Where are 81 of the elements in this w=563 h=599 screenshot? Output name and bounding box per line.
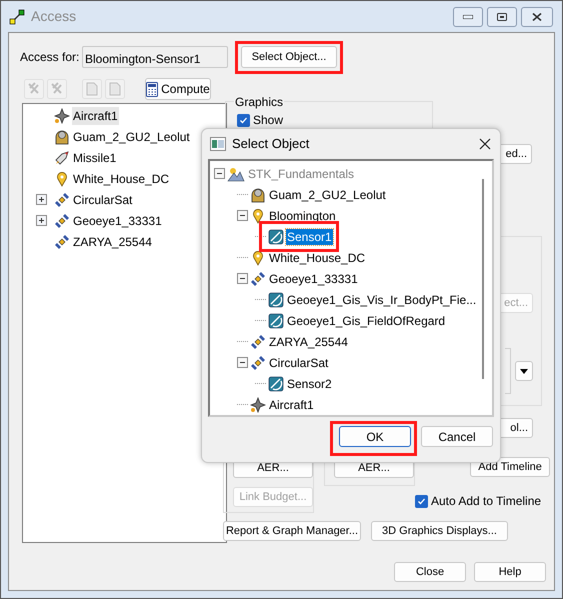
aircraft-icon [250, 396, 266, 412]
dialog-button[interactable]: OK [339, 426, 411, 447]
maximize-icon [497, 12, 507, 20]
collapse-toggle[interactable] [237, 357, 248, 368]
satellite-icon [250, 354, 266, 370]
collapse-toggle[interactable] [214, 168, 225, 179]
list-item[interactable]: Geoeye1_33331 [72, 212, 163, 230]
select-object-button[interactable]: Select Object... [241, 46, 337, 68]
pin-icon [54, 170, 70, 186]
tree-item[interactable]: CircularSat [268, 354, 330, 370]
satellite-icon [54, 234, 70, 250]
landscape-icon [227, 166, 245, 182]
tree-item[interactable]: Guam_2_GU2_Leolut [268, 186, 387, 202]
minimize-button[interactable] [453, 6, 483, 26]
collapse-toggle[interactable] [237, 210, 248, 221]
building-icon [250, 186, 266, 202]
dialog-title: Select Object [232, 135, 310, 154]
graphics-displays-button[interactable]: 3D Graphics Displays... [371, 521, 508, 541]
window-icon [210, 137, 226, 151]
tree-item[interactable]: ZARYA_25544 [268, 334, 349, 350]
tree-item[interactable]: Sensor2 [286, 376, 333, 392]
report-button[interactable]: Report & Graph Manager... [223, 521, 361, 541]
satellite-icon [250, 270, 266, 286]
checkbox-label: Show [253, 112, 284, 129]
checkmark-icon [417, 496, 426, 506]
tree-item[interactable]: STK_Fundamentals [247, 166, 356, 182]
close-icon[interactable] [479, 138, 491, 150]
app-icon [9, 8, 25, 24]
scrollbar[interactable] [482, 179, 484, 379]
satellite-icon [54, 212, 70, 228]
dialog-button[interactable]: Close [394, 562, 466, 582]
pin-icon [250, 250, 266, 266]
tree-item[interactable]: Geoeye1_33331 [268, 270, 359, 286]
minus-icon [239, 212, 246, 219]
tree-item[interactable]: Sensor1 [286, 228, 333, 244]
tree-item[interactable]: Geoeye1_Gis_FieldOfRegard [286, 312, 446, 328]
plus-icon [38, 217, 45, 224]
sensor-icon [268, 376, 284, 392]
list-item[interactable]: CircularSat [72, 190, 134, 208]
building-icon [54, 128, 70, 144]
minus-icon [239, 359, 246, 366]
sensor-icon [268, 228, 284, 244]
field-label: Access for: [20, 49, 80, 66]
dialog-button[interactable]: Help [474, 562, 546, 582]
list-item[interactable]: White_House_DC [72, 170, 170, 188]
window-title: Access [31, 7, 76, 26]
calculator-icon [146, 82, 158, 96]
minimize-icon [463, 14, 473, 18]
dropdown-button[interactable] [515, 361, 533, 381]
list-item[interactable]: Missile1 [72, 148, 118, 166]
satellite-icon [54, 192, 70, 208]
satellite-icon [250, 334, 266, 350]
minus-icon [216, 170, 223, 177]
caret-icon [520, 368, 528, 374]
list-item[interactable]: Guam_2_GU2_Leolut [72, 128, 191, 146]
access-for-field[interactable]: Bloomington-Sensor1 [82, 46, 228, 68]
close-icon [532, 12, 542, 20]
list-item[interactable]: Aircraft1 [72, 106, 119, 124]
pin-icon [250, 208, 266, 224]
checkbox[interactable] [415, 494, 428, 508]
rocket-icon [54, 150, 70, 166]
compute-button[interactable]: Compute [145, 78, 211, 100]
minus-icon [239, 275, 246, 282]
sensor-icon [268, 292, 284, 308]
expand-toggle[interactable] [36, 215, 47, 226]
tree-item[interactable]: Aircraft1 [268, 396, 315, 412]
tree-item[interactable]: Bloomington [268, 208, 337, 224]
close-button[interactable] [521, 6, 553, 26]
collapse-toggle[interactable] [237, 273, 248, 284]
checkbox-label: Auto Add to Timeline [431, 493, 542, 510]
aircraft-icon [54, 108, 70, 124]
sensor-icon [268, 312, 284, 328]
list-item[interactable]: ZARYA_25544 [72, 232, 153, 250]
dialog-button[interactable]: Cancel [421, 426, 493, 447]
tree-item[interactable]: White_House_DC [268, 250, 366, 266]
expand-toggle[interactable] [36, 194, 47, 205]
checkbox[interactable] [237, 114, 250, 126]
tree-item[interactable]: Geoeye1_Gis_Vis_Ir_BodyPt_Fie... [286, 292, 478, 308]
checkmark-icon [239, 116, 248, 124]
plus-icon [38, 196, 45, 203]
maximize-button[interactable] [487, 6, 517, 26]
